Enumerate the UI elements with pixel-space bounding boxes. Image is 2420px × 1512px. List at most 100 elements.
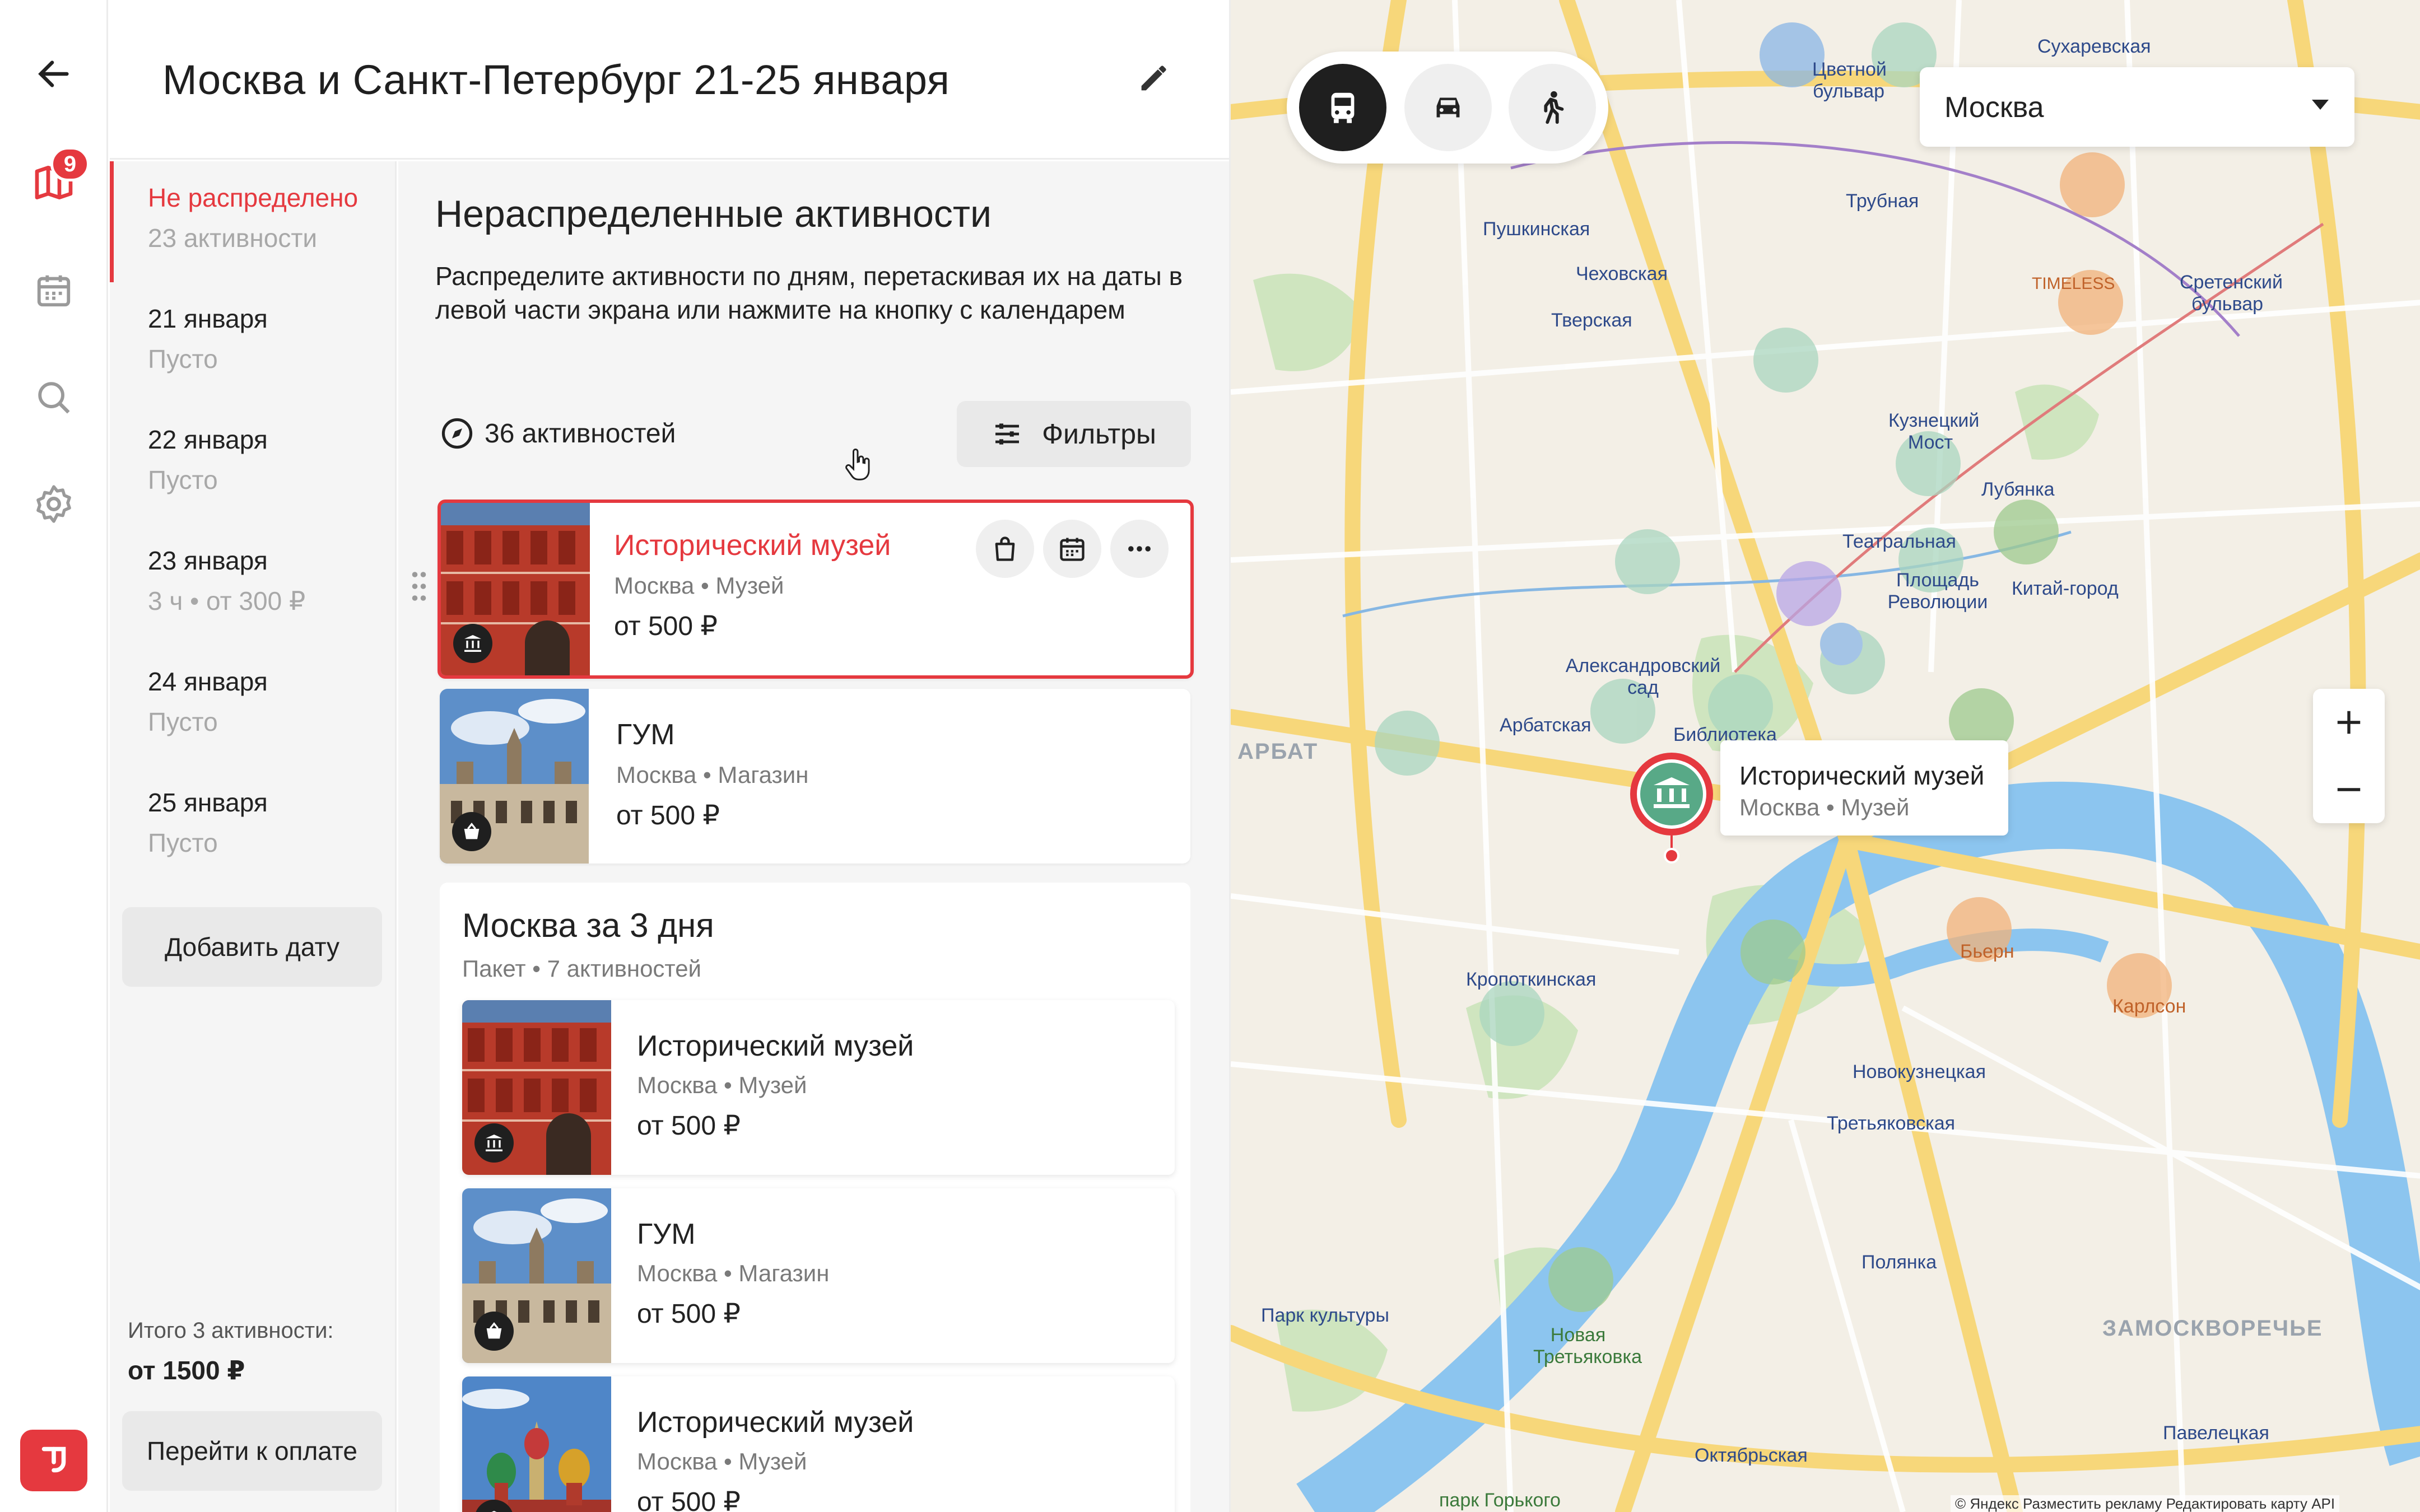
city-select-value: Москва [1944,91,2044,124]
map-label: Кузнецкий Мост [1888,410,1980,453]
nav-rail: 9 [0,0,108,1512]
shop-icon [452,812,491,851]
date-item-24[interactable]: 24 января Пусто [110,645,397,763]
shopping-bag-icon[interactable] [976,520,1034,578]
trip-header: Москва и Санкт-Петербург 21-25 января [110,0,1229,160]
package-card[interactable]: Москва за 3 дня Пакет • 7 активностей Ис… [440,883,1190,1512]
map-label-poi: Карлсон [2112,996,2186,1017]
map-label: Сретенский бульвар [2180,272,2283,315]
map-label-poi: TIMELESS [2032,274,2115,293]
date-sub: Пусто [148,465,218,494]
museum-photo [441,503,590,675]
card-meta: Москва • Музей [637,1448,807,1474]
package-item[interactable]: ГУМ Москва • Магазин от 500 ₽ [462,1188,1175,1363]
place-tooltip[interactable]: Исторический музей Москва • Музей [1720,740,2008,836]
date-item-unassigned[interactable]: Не распределено 23 активности [110,161,397,282]
zoom-in-icon[interactable] [2313,689,2385,756]
cathedral-photo [462,1376,611,1512]
shop-icon [474,1312,514,1351]
calendar-icon[interactable] [26,262,82,318]
map-label: Китай-город [2012,578,2119,599]
date-item-22[interactable]: 22 января Пусто [110,403,397,521]
map-badge: 9 [50,147,90,181]
map-label-poi: Новая Третьяковка [1533,1324,1642,1368]
map-label-district: АРБАТ [1237,739,1319,764]
map-label: Кропоткинская [1466,969,1597,990]
tooltip-meta: Москва • Музей [1739,794,1910,820]
map-label: Полянка [1861,1252,1937,1273]
selected-place-pin[interactable] [1627,749,1716,870]
museum-icon [474,1123,514,1163]
package-item[interactable]: Исторический музей Москва • Музей от 500… [462,1000,1175,1175]
card-price: от 500 ₽ [614,612,718,641]
map-label: Площадь Революции [1887,570,1988,613]
search-icon[interactable] [26,370,82,426]
car-icon[interactable] [1404,64,1492,151]
map-label: Новокузнецкая [1853,1061,1986,1082]
card-meta: Москва • Магазин [637,1260,830,1286]
activity-count-label: 36 активностей [485,418,676,449]
card-meta: Москва • Музей [614,572,784,599]
card-price: от 500 ₽ [637,1111,741,1141]
map-attribution[interactable]: © Яндекс Разместить рекламу Редактироват… [1951,1495,2340,1512]
card-price: от 500 ₽ [637,1299,741,1329]
brand-logo[interactable] [20,1430,87,1491]
back-arrow-icon[interactable] [26,46,82,102]
section-title: Нераспределенные активности [435,193,992,235]
map-view[interactable]: Сухаревская Цветной бульвар Трубная Пушк… [1229,0,2420,1512]
map-label: Лубянка [1981,479,2055,500]
calendar-icon[interactable] [1043,520,1101,578]
activity-card[interactable]: Исторический музей Москва • Музей от 500… [438,500,1194,679]
map-label: Парк культуры [1261,1305,1389,1326]
activity-card[interactable]: ГУМ Москва • Магазин от 500 ₽ [440,689,1190,864]
caret-down-icon [2312,100,2329,116]
pencil-icon[interactable] [1123,53,1184,104]
date-sub: Пусто [148,344,218,374]
page-title: Москва и Санкт-Петербург 21-25 января [162,57,950,103]
card-price: от 500 ₽ [637,1487,741,1512]
checkout-button[interactable]: Перейти к оплате [122,1411,382,1491]
zoom-out-icon[interactable] [2313,756,2385,823]
card-price: от 500 ₽ [616,801,720,830]
tooltip-title: Исторический музей [1739,761,1985,790]
map-label: Павелецкая [2163,1422,2269,1444]
section-description: Распределите активности по дням, перетас… [435,262,1183,324]
map-label: Октябрьская [1695,1445,1808,1466]
map-label-poi: Бьерн [1960,941,2014,962]
package-item[interactable]: Исторический музей Москва • Музей от 500… [462,1376,1175,1512]
card-meta: Москва • Магазин [616,762,809,788]
shop-photo [440,689,589,864]
city-select[interactable]: Москва [1920,67,2354,147]
date-label: 22 января [148,425,268,454]
date-sub: Пусто [148,828,218,857]
map-label: Арбатская [1500,715,1591,736]
package-meta: Пакет • 7 активностей [462,955,702,982]
map-label: Трубная [1846,190,1919,212]
map-label: Цветной бульвар [1812,59,1887,102]
activity-count: 36 активностей [440,416,676,451]
map-label: Тверская [1551,310,1632,331]
compass-icon [441,418,473,449]
museum-icon [453,624,492,663]
date-sub: 23 активности [148,223,318,253]
date-sub: Пусто [148,707,218,736]
zoom-controls [2313,689,2385,823]
map-label: Александровский сад [1565,655,1721,698]
map-label: Сухаревская [2037,36,2151,57]
map-label: Пушкинская [1483,218,1590,240]
card-meta: Москва • Музей [637,1072,807,1098]
add-date-button[interactable]: Добавить дату [122,907,382,987]
date-item-23[interactable]: 23 января 3 ч • от 300 ₽ [110,524,397,642]
date-item-21[interactable]: 21 января Пусто [110,282,397,400]
walk-icon[interactable] [1509,64,1596,151]
bus-icon[interactable] [1299,64,1386,151]
drag-handle-icon[interactable] [411,569,427,606]
gear-icon[interactable] [26,476,82,532]
filters-button[interactable]: Фильтры [957,401,1191,467]
date-label: Не распределено [148,183,359,212]
more-icon[interactable] [1110,520,1169,578]
map-label: Чеховская [1576,263,1668,284]
date-item-25[interactable]: 25 января Пусто [110,766,397,884]
date-label: 23 января [148,546,268,575]
date-label: 25 января [148,788,268,817]
